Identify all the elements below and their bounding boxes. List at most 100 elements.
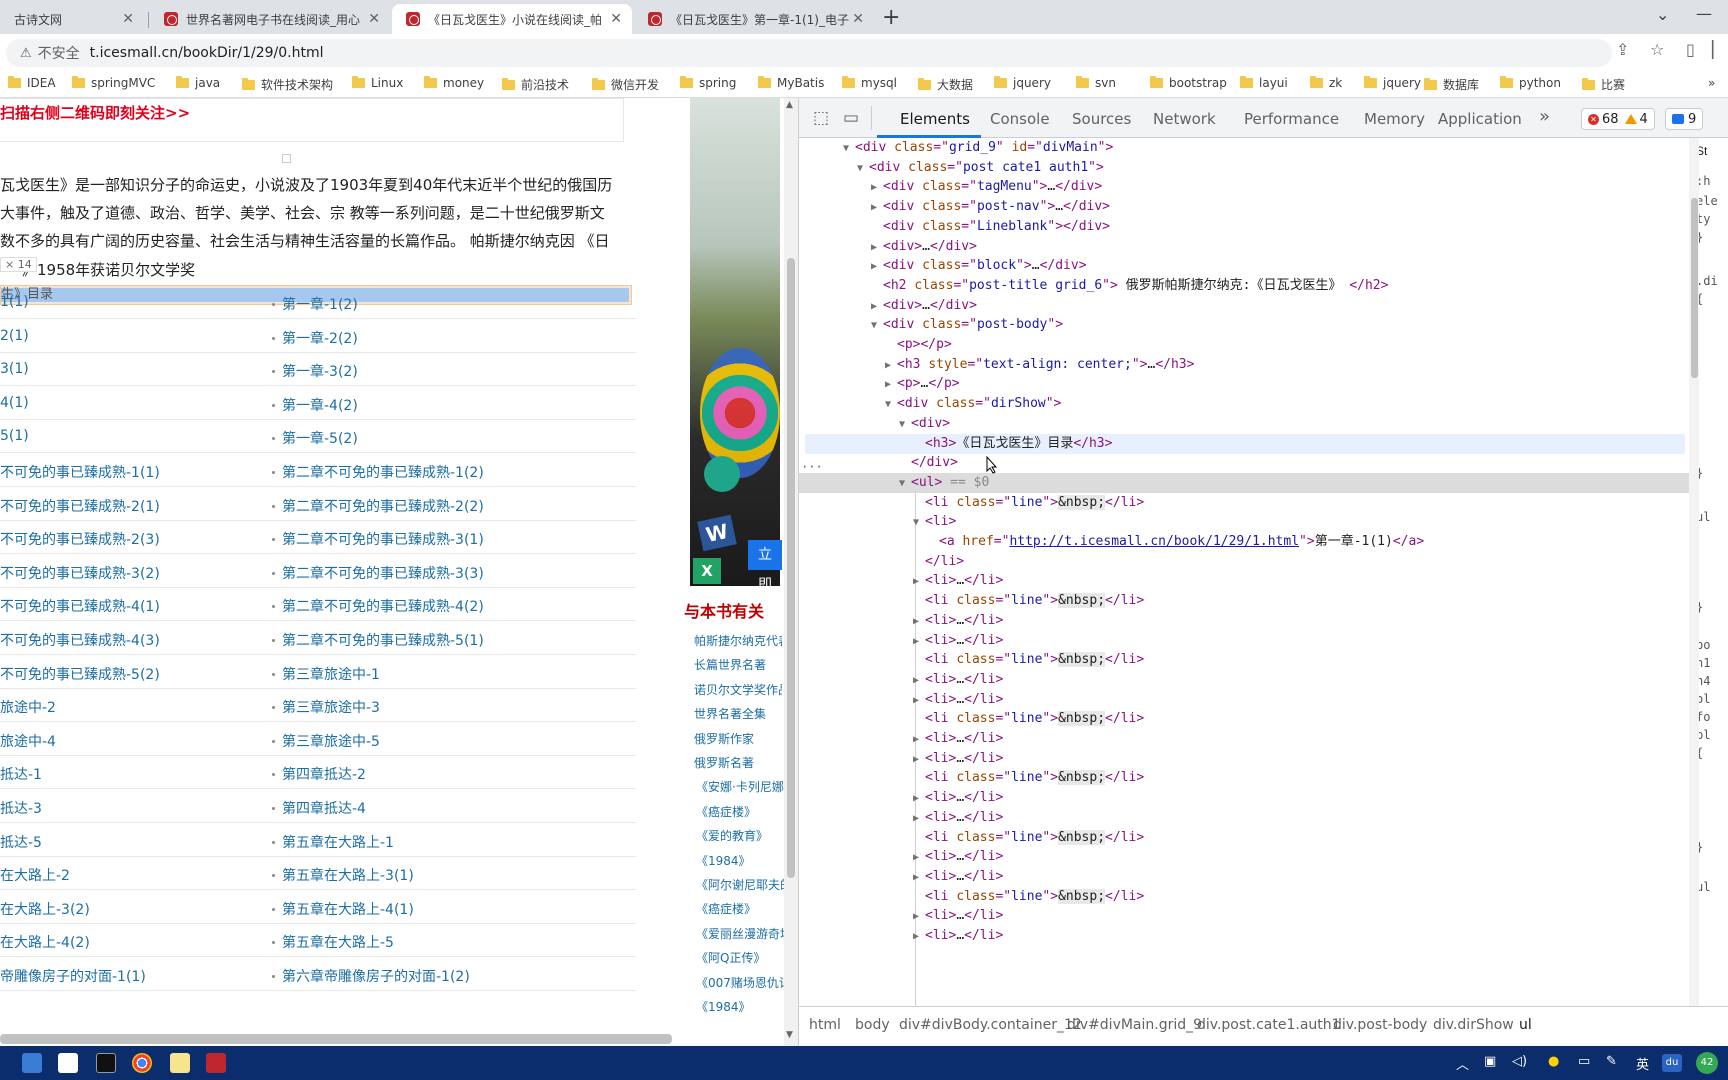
- sticky-notes-icon[interactable]: [170, 1053, 190, 1073]
- related-link[interactable]: 《爱丽丝漫游奇境: [696, 925, 784, 942]
- chapter-link[interactable]: 第三章旅途中-5: [282, 731, 380, 751]
- dom-node-line[interactable]: ▶ <li>…</li>: [913, 611, 1003, 631]
- breadcrumb-item[interactable]: div.post.cate1.auth1: [1197, 1017, 1341, 1033]
- collapse-arrow-icon[interactable]: ▼: [899, 474, 911, 494]
- scroll-down-arrow-icon[interactable]: ▼: [786, 1030, 793, 1040]
- expand-arrow-icon[interactable]: ▶: [885, 356, 897, 376]
- expand-arrow-icon[interactable]: ▶: [913, 632, 925, 652]
- related-link[interactable]: 《1984》: [696, 998, 784, 1015]
- related-link[interactable]: 《爱的教育》: [696, 827, 784, 844]
- dom-node-line[interactable]: ▶ <div class="post-nav">…</div>: [871, 197, 1110, 217]
- bookmark-folder[interactable]: 大数据: [918, 76, 973, 93]
- bookmark-folder[interactable]: java: [176, 76, 220, 90]
- dom-node-line[interactable]: ▼ <ul> == $0: [899, 473, 989, 493]
- related-link[interactable]: 俄罗斯作家: [694, 730, 782, 747]
- related-link[interactable]: 《安娜·卡列尼娜》: [696, 778, 784, 795]
- dom-node-line[interactable]: ▶ <li>…</li>: [913, 808, 1003, 828]
- dom-node-line[interactable]: <h3>《日瓦戈医生》目录</h3>: [913, 434, 1112, 454]
- collapse-arrow-icon[interactable]: ▼: [857, 159, 869, 179]
- side-panel-icon[interactable]: ▯: [1686, 40, 1695, 59]
- chapter-link[interactable]: 3(1): [0, 361, 29, 377]
- page-horizontal-scrollbar[interactable]: [0, 1034, 672, 1044]
- network-icon[interactable]: ▣: [1484, 1054, 1496, 1069]
- close-icon[interactable]: ✕: [852, 11, 864, 27]
- bookmark-folder[interactable]: 数据库: [1424, 76, 1479, 93]
- chapter-link[interactable]: 第一章-3(2): [282, 361, 358, 381]
- bookmark-folder[interactable]: 比赛: [1582, 76, 1625, 93]
- close-icon[interactable]: ✕: [122, 11, 134, 27]
- tab-application[interactable]: Application: [1438, 110, 1522, 128]
- related-link[interactable]: 帕斯捷尔纳克代表: [694, 632, 782, 649]
- tab-zhivago-online[interactable]: 《日瓦戈医生》小说在线阅读_帕 ✕: [392, 4, 632, 34]
- bookmark-folder[interactable]: 微信开发: [592, 76, 659, 93]
- new-tab-button[interactable]: +: [882, 5, 900, 30]
- chapter-link[interactable]: 第一章-5(2): [282, 428, 358, 448]
- terminal-icon[interactable]: [96, 1053, 116, 1073]
- expand-arrow-icon[interactable]: ▶: [913, 809, 925, 829]
- bookmark-folder[interactable]: Linux: [352, 76, 403, 90]
- bookmark-folder[interactable]: jquery: [994, 76, 1051, 90]
- pen-icon[interactable]: ✎: [1606, 1054, 1617, 1069]
- expand-arrow-icon[interactable]: ▶: [913, 907, 925, 927]
- dom-node-line[interactable]: ▶ <li>…</li>: [913, 926, 1003, 946]
- chapter-link[interactable]: 第二章不可免的事已臻成熟-3(1): [282, 529, 484, 549]
- tab-performance[interactable]: Performance: [1244, 110, 1339, 128]
- expand-arrow-icon[interactable]: ▶: [913, 612, 925, 632]
- related-link[interactable]: 《007赌场恩仇记》: [696, 974, 784, 991]
- chapter-link[interactable]: 第四章抵达-2: [282, 764, 366, 784]
- battery-icon[interactable]: ▭: [1578, 1054, 1590, 1069]
- chapter-link[interactable]: 第二章不可免的事已臻成熟-1(2): [282, 462, 484, 482]
- chapter-link[interactable]: 不可免的事已臻成熟-2(1): [0, 496, 160, 516]
- notification-app-icon[interactable]: ●: [1548, 1054, 1559, 1069]
- bookmark-folder[interactable]: jquery: [1364, 76, 1421, 90]
- chapter-link[interactable]: 第二章不可免的事已臻成熟-4(2): [282, 596, 484, 616]
- tab-memory[interactable]: Memory: [1364, 110, 1425, 128]
- dom-node-line[interactable]: ▶ <div class="tagMenu">…</div>: [871, 177, 1102, 197]
- scroll-thumb[interactable]: [787, 258, 795, 878]
- tab-console[interactable]: Console: [990, 110, 1050, 128]
- chapter-link[interactable]: 第五章在大路上-1: [282, 832, 394, 852]
- wps-icon[interactable]: [206, 1053, 226, 1073]
- expand-arrow-icon[interactable]: ▶: [913, 572, 925, 592]
- chapter-link[interactable]: 第五章在大路上-4(1): [282, 899, 414, 919]
- breadcrumb-item[interactable]: div.post-body: [1333, 1017, 1427, 1033]
- chapter-link[interactable]: 第一章-1(2): [282, 294, 358, 314]
- dom-node-line[interactable]: ▼ <div class="grid_9" id="divMain">: [843, 138, 1113, 158]
- dom-node-line[interactable]: <li class="line">&nbsp;</li>: [913, 650, 1144, 670]
- chapter-link[interactable]: 不可免的事已臻成熟-3(2): [0, 563, 160, 583]
- expand-arrow-icon[interactable]: ▶: [913, 927, 925, 947]
- dom-node-line[interactable]: ▶ <li>…</li>: [913, 788, 1003, 808]
- dom-scroll-thumb[interactable]: [1691, 198, 1698, 378]
- dom-node-line[interactable]: ▶ <li>…</li>: [913, 729, 1003, 749]
- related-link[interactable]: 《1984》: [696, 852, 784, 869]
- collapse-arrow-icon[interactable]: ▼: [899, 415, 911, 435]
- collapse-arrow-icon[interactable]: ▼: [913, 513, 925, 533]
- bookmark-folder[interactable]: spring: [680, 76, 736, 90]
- chapter-link[interactable]: 1(1): [0, 294, 29, 310]
- url-text[interactable]: t.icesmall.cn/bookDir/1/29/0.html: [90, 45, 324, 61]
- minimize-icon[interactable]: —: [1696, 4, 1712, 23]
- node-menu-dots-icon[interactable]: ···: [801, 460, 823, 474]
- dom-node-line[interactable]: <li class="line">&nbsp;</li>: [913, 828, 1144, 848]
- dom-node-line[interactable]: ▶ <div>…</div>: [871, 237, 977, 257]
- chapter-link[interactable]: 旅途中-4: [0, 731, 56, 751]
- expand-arrow-icon[interactable]: ▶: [913, 868, 925, 888]
- chapter-link[interactable]: 不可免的事已臻成熟-1(1): [0, 462, 160, 482]
- chapter-link[interactable]: 不可免的事已臻成熟-4(3): [0, 630, 160, 650]
- tab-sources[interactable]: Sources: [1072, 110, 1131, 128]
- dom-node-line[interactable]: </li>: [913, 552, 964, 572]
- chapter-link[interactable]: 抵达-3: [0, 798, 42, 818]
- bookmark-folder[interactable]: python: [1500, 76, 1561, 90]
- chapter-link[interactable]: 第二章不可免的事已臻成熟-5(1): [282, 630, 484, 650]
- bookmark-folder[interactable]: money: [424, 76, 484, 90]
- omnibox[interactable]: ⚠ 不安全 t.icesmall.cn/bookDir/1/29/0.html: [6, 39, 1612, 67]
- reading-list-icon[interactable]: ▏: [1712, 40, 1724, 59]
- chapter-link[interactable]: 第一章-2(2): [282, 328, 358, 348]
- chapter-link[interactable]: 不可免的事已臻成熟-4(1): [0, 596, 160, 616]
- ad-banner-image[interactable]: [690, 98, 780, 586]
- clock-badge[interactable]: 42: [1696, 1052, 1718, 1074]
- dom-node-line[interactable]: <p></p>: [885, 335, 952, 355]
- expand-arrow-icon[interactable]: ▶: [871, 198, 883, 218]
- dom-node-line[interactable]: ▶ <li>…</li>: [913, 867, 1003, 887]
- expand-arrow-icon[interactable]: ▶: [871, 178, 883, 198]
